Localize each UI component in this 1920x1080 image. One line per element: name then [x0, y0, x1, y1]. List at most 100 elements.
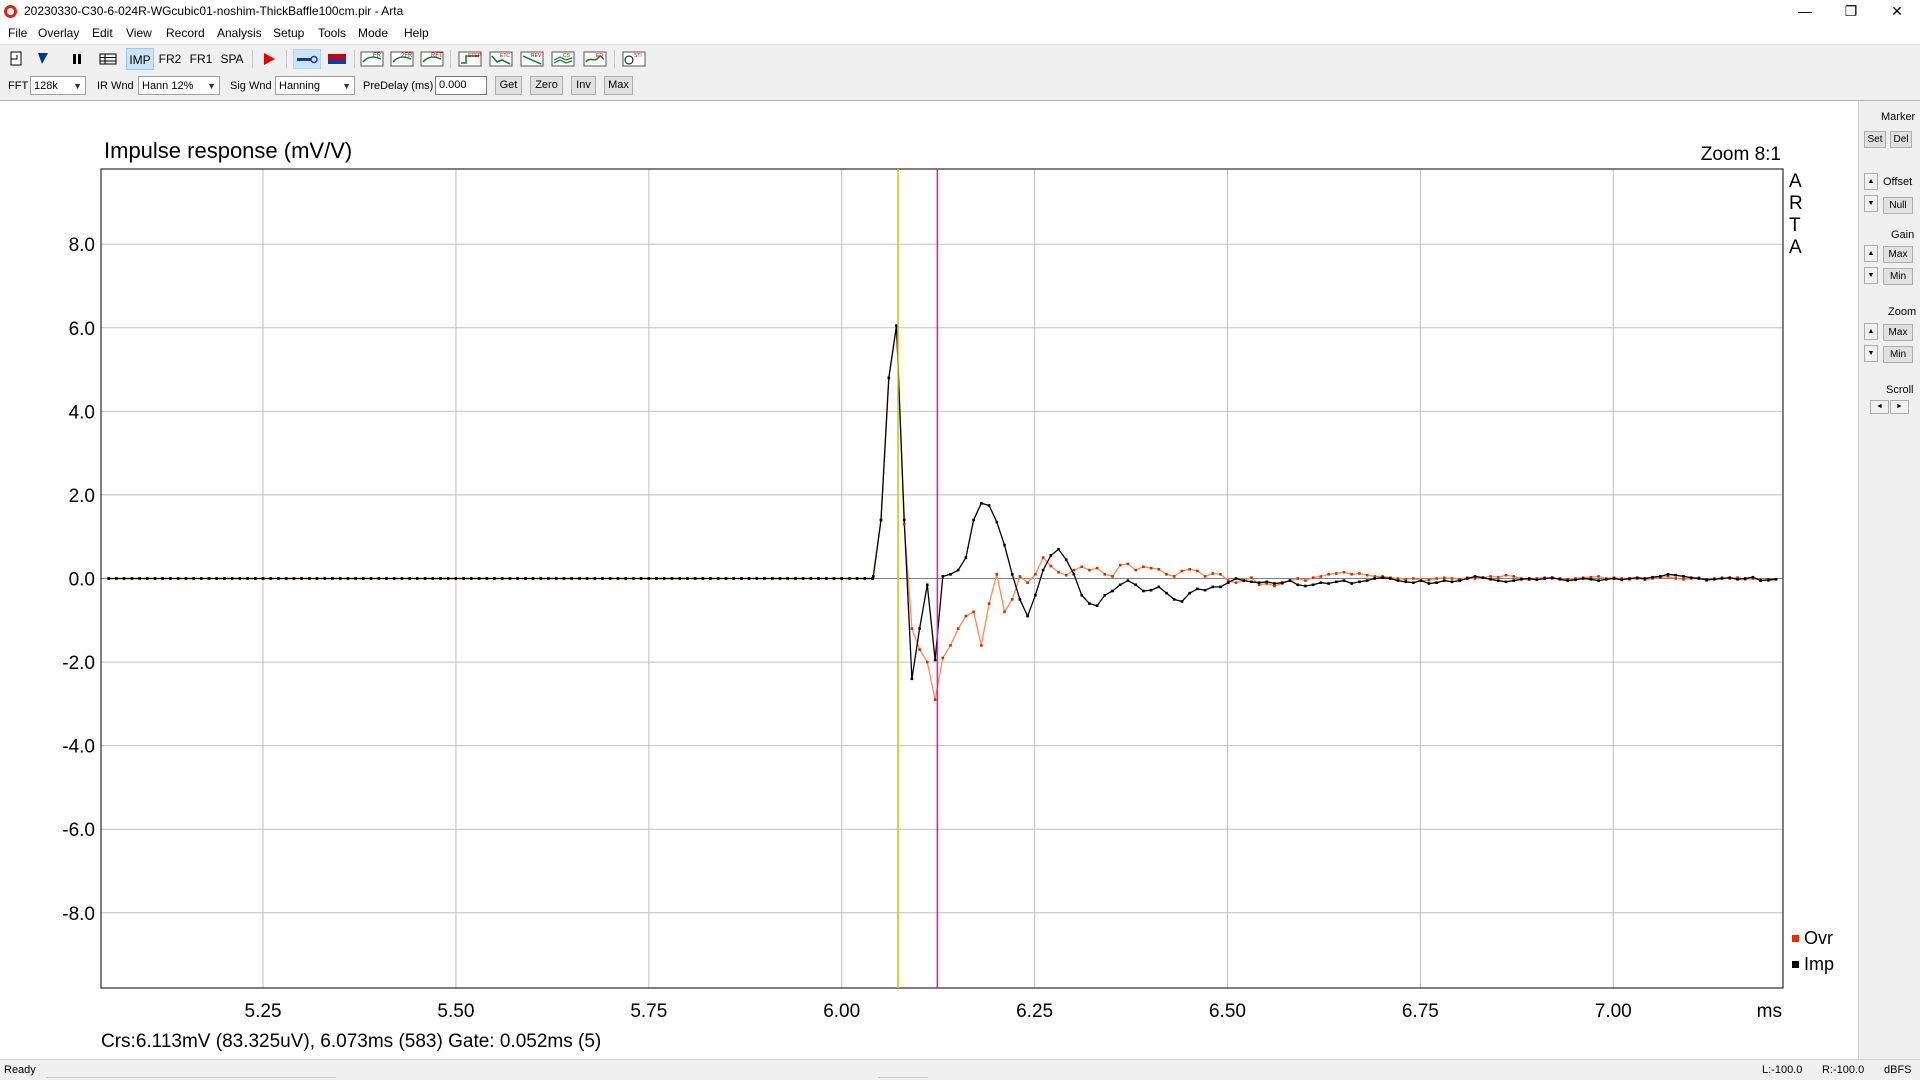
menu-analysis[interactable]: Analysis	[217, 26, 262, 40]
options-bar: FFT 128k ▼ IR Wnd Hann 12% ▼ Sig Wnd Hanni…	[0, 72, 1920, 101]
ir-wnd-select[interactable]: Hann 12% ▼	[138, 76, 220, 95]
sti-icon[interactable]: STI	[622, 50, 646, 68]
data-point	[1219, 585, 1222, 589]
menu-record[interactable]: Record	[166, 26, 205, 40]
svg-text:STI: STI	[634, 53, 642, 59]
sig-wnd-select[interactable]: Hanning ▼	[275, 76, 355, 95]
data-point	[926, 660, 929, 664]
minimize-button[interactable]: —	[1782, 0, 1828, 24]
2fr-icon[interactable]: 2FR	[390, 50, 414, 68]
overlay-icon[interactable]	[326, 50, 348, 68]
data-point	[1427, 582, 1431, 585]
rft-icon[interactable]: RFT	[420, 50, 444, 68]
csd-icon[interactable]: CS	[551, 50, 575, 68]
menu-tools[interactable]: Tools	[318, 26, 346, 40]
data-point	[539, 577, 543, 580]
scroll-right-icon[interactable]: ►	[1890, 400, 1909, 414]
mode-imp-button[interactable]: IMP	[126, 48, 154, 70]
gain-min-button[interactable]: Min	[1883, 268, 1913, 285]
open-icon[interactable]	[32, 50, 54, 68]
mode-spa-button[interactable]: SPA	[218, 48, 246, 70]
data-point	[1018, 598, 1022, 601]
impulse-response-chart[interactable]: Impulse response (mV/V) Zoom 8:1 A R T A…	[0, 101, 1858, 1059]
data-point	[1134, 583, 1137, 587]
offset-null-button[interactable]: Null	[1883, 197, 1913, 214]
marker-del-button[interactable]: Del	[1890, 131, 1912, 148]
get-button[interactable]: Get	[495, 76, 522, 95]
gain-max-button[interactable]: Max	[1883, 246, 1913, 263]
data-point	[832, 577, 836, 580]
data-point	[662, 577, 666, 580]
chart-area[interactable]: Impulse response (mV/V) Zoom 8:1 A R T A…	[0, 101, 1858, 1059]
data-point	[562, 577, 566, 580]
inv-button[interactable]: Inv	[571, 76, 596, 95]
data-point	[701, 577, 705, 580]
data-point	[732, 577, 735, 580]
data-point	[1234, 581, 1238, 584]
menu-setup[interactable]: Setup	[273, 26, 304, 40]
zoom-max-button[interactable]: Max	[1883, 324, 1913, 341]
data-point	[1172, 575, 1176, 578]
menu-view[interactable]: View	[126, 26, 152, 40]
max-button[interactable]: Max	[604, 76, 633, 95]
zoom-down-icon[interactable]: ▼	[1864, 345, 1878, 362]
menu-edit[interactable]: Edit	[92, 26, 113, 40]
menu-mode[interactable]: Mode	[358, 26, 388, 40]
zoom-min-button[interactable]: Min	[1883, 346, 1913, 363]
data-point	[1689, 576, 1693, 579]
predelay-input[interactable]: 0.000	[435, 76, 487, 95]
data-point	[1736, 578, 1739, 581]
chevron-down-icon: ▼	[342, 81, 351, 91]
generator-icon[interactable]	[293, 49, 321, 69]
data-point	[972, 610, 975, 614]
gain-up-icon[interactable]: ▲	[1864, 245, 1878, 262]
data-point	[1566, 579, 1569, 582]
status-bar: Ready L:-100.0 R:-100.0 dBFS	[0, 1059, 1920, 1080]
data-point	[230, 577, 234, 580]
data-point	[980, 502, 983, 505]
menu-file[interactable]: File	[8, 26, 27, 40]
data-point	[1180, 600, 1184, 603]
data-point	[138, 577, 141, 580]
offset-up-icon[interactable]: ▲	[1864, 173, 1878, 190]
svg-text:ETC: ETC	[500, 53, 510, 59]
offset-down-icon[interactable]: ▼	[1864, 195, 1878, 212]
data-point	[1396, 579, 1400, 582]
data-point	[122, 577, 126, 580]
data-point	[331, 577, 334, 580]
data-point	[1018, 575, 1022, 578]
data-point	[1126, 579, 1130, 582]
data-point	[678, 577, 681, 580]
data-point	[1443, 579, 1446, 582]
mode-fr2-button[interactable]: FR2	[156, 48, 184, 70]
data-point	[269, 577, 272, 580]
x-tick-label: 5.50	[437, 1001, 474, 1022]
data-point	[794, 577, 797, 580]
fft-select[interactable]: 128k ▼	[30, 76, 86, 95]
close-button[interactable]: ✕	[1874, 0, 1920, 24]
toolbar-separator	[614, 50, 615, 68]
record-icon[interactable]	[258, 50, 280, 68]
data-point	[454, 577, 458, 580]
fr-icon[interactable]: FR	[360, 50, 384, 68]
menu-help[interactable]: Help	[404, 26, 429, 40]
zero-button[interactable]: Zero	[530, 76, 563, 95]
new-document-icon[interactable]	[6, 50, 28, 68]
etc-icon[interactable]: ETC	[489, 50, 513, 68]
scroll-left-icon[interactable]: ◄	[1870, 400, 1889, 414]
restore-button[interactable]: ❐	[1828, 0, 1874, 24]
mode-fr1-button[interactable]: FR1	[187, 48, 215, 70]
data-point	[338, 577, 342, 580]
marker-set-button[interactable]: Set	[1864, 131, 1886, 148]
step-icon[interactable]: STEP	[458, 50, 482, 68]
data-point	[1597, 575, 1600, 578]
ed-icon[interactable]: ED	[583, 50, 607, 68]
pause-icon[interactable]	[66, 50, 88, 68]
gain-down-icon[interactable]: ▼	[1864, 267, 1878, 284]
data-point	[593, 577, 597, 580]
zoom-up-icon[interactable]: ▲	[1864, 323, 1878, 340]
grid-icon[interactable]	[97, 50, 119, 68]
menu-overlay[interactable]: Overlay	[38, 26, 79, 40]
data-point	[169, 577, 172, 580]
rev-icon[interactable]: REV	[520, 50, 544, 68]
